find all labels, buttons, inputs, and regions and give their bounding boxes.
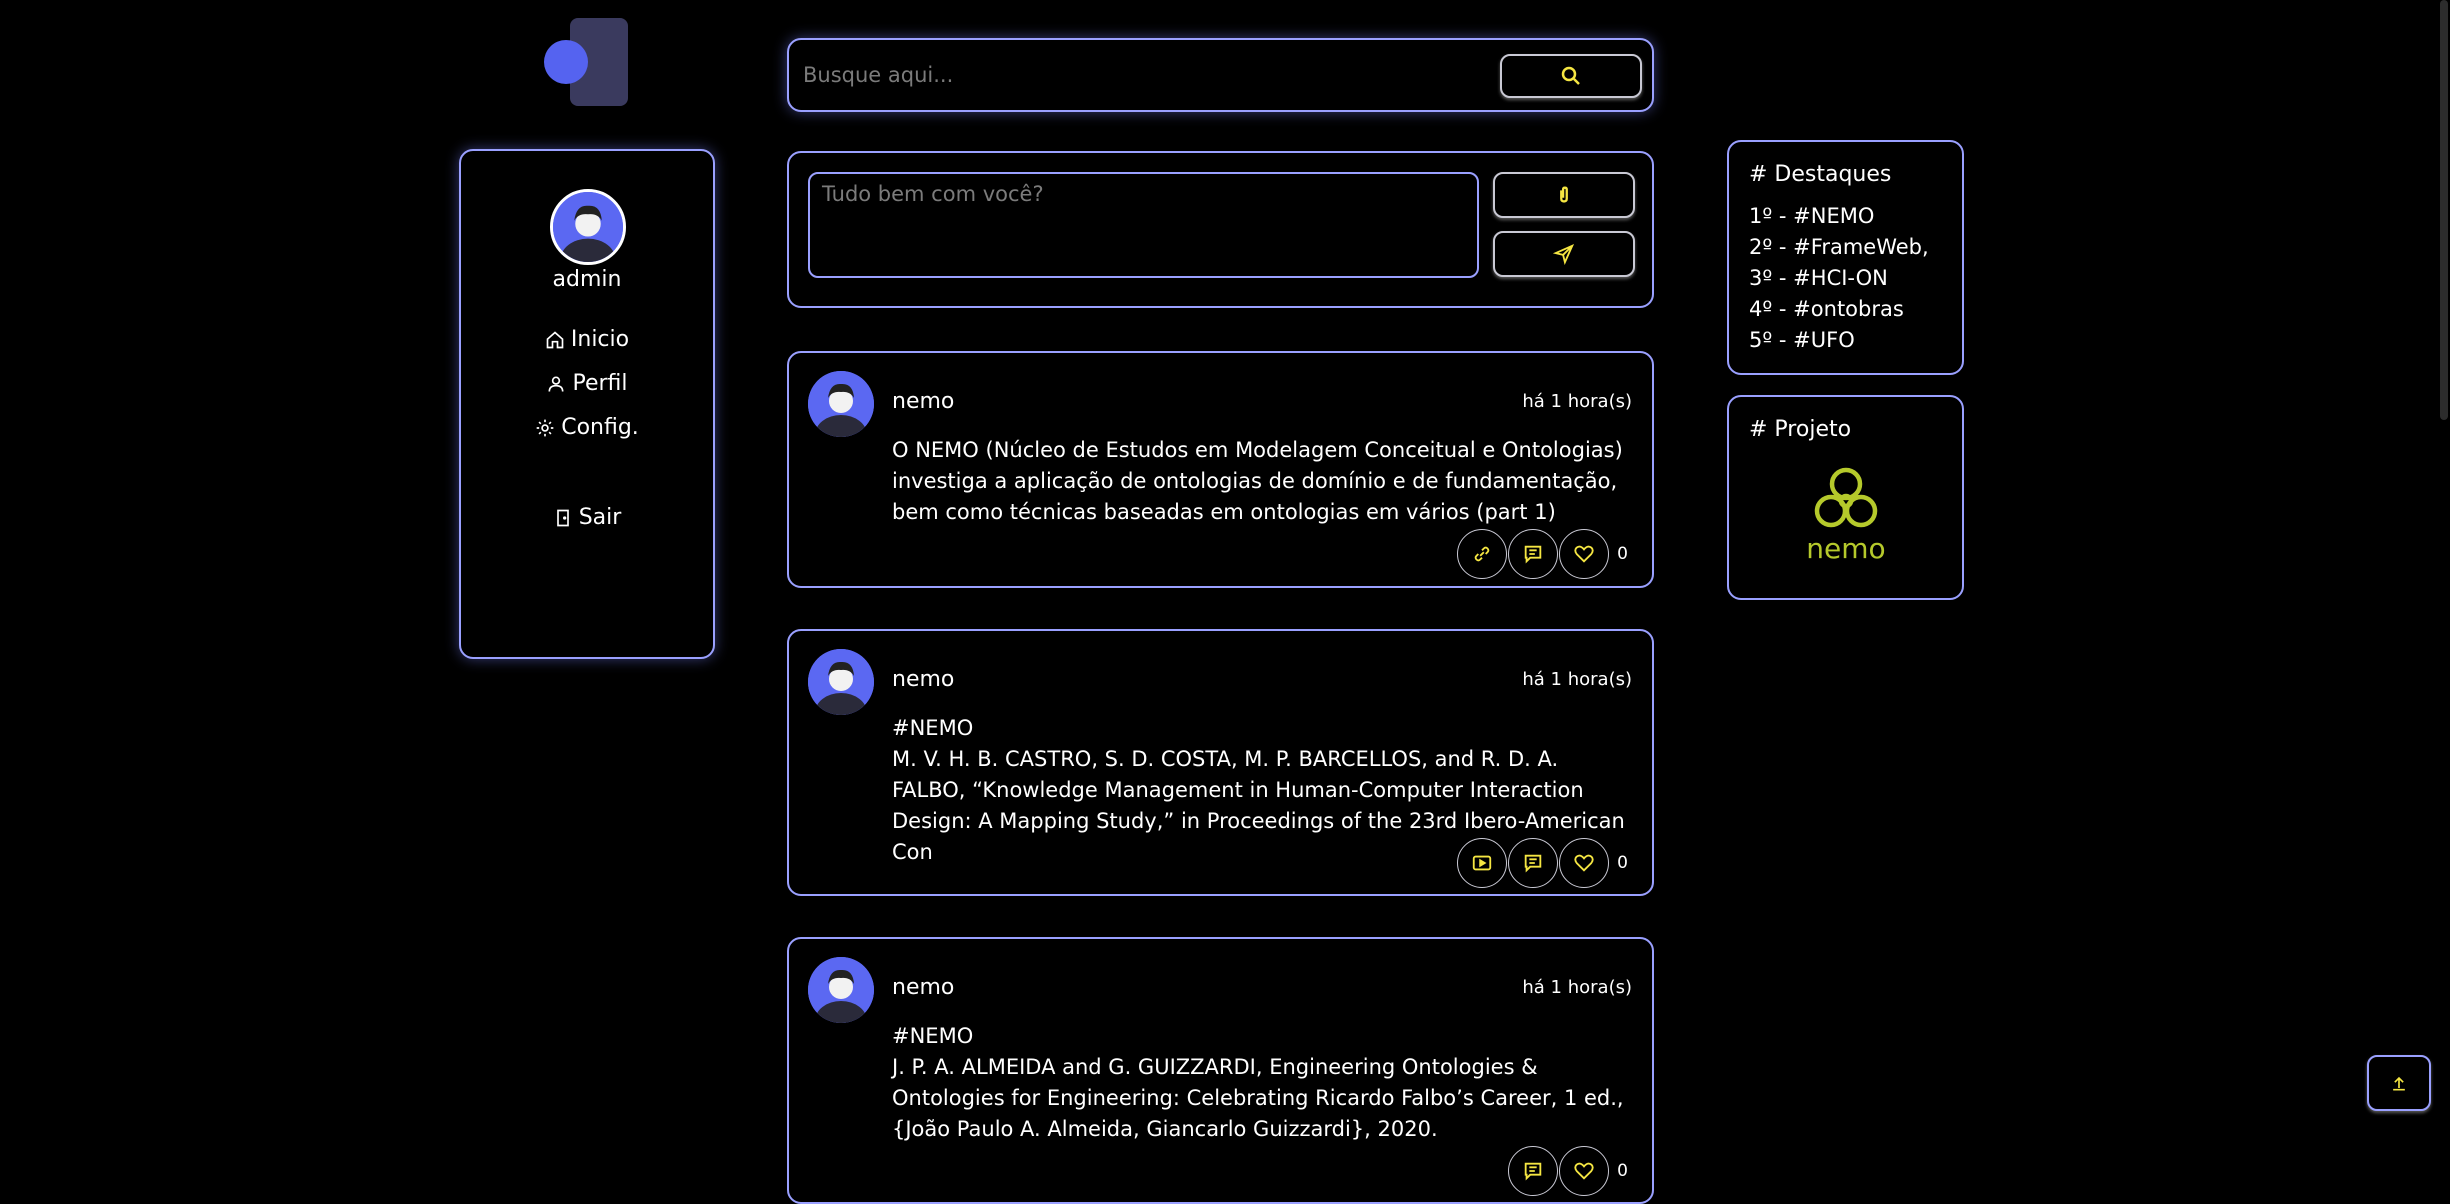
sidebar-item-config[interactable]: Config.	[461, 415, 713, 440]
comment-icon	[1524, 854, 1542, 873]
comment-icon	[1524, 545, 1542, 564]
post-time: há 1 hora(s)	[1522, 977, 1632, 998]
comment-icon	[1524, 1162, 1542, 1181]
avatar[interactable]	[808, 957, 874, 1023]
sidebar-item-sair[interactable]: Sair	[461, 505, 713, 530]
project-logo-text: nemo	[1806, 532, 1885, 565]
sidebar-item-label: Sair	[578, 505, 622, 530]
scrollbar-thumb[interactable]	[2440, 0, 2448, 420]
like-button[interactable]	[1559, 529, 1610, 579]
post-textarea[interactable]	[808, 172, 1479, 278]
highlight-item[interactable]: 5º - #UFO	[1749, 328, 1855, 352]
sidebar-item-label: Inicio	[570, 327, 630, 352]
post-actions: 0	[1457, 529, 1628, 579]
play-icon	[1473, 855, 1492, 871]
username: admin	[552, 267, 622, 292]
comment-button[interactable]	[1508, 529, 1559, 579]
highlights-widget: # Destaques 1º - #NEMO 2º - #FrameWeb, 3…	[1727, 140, 1964, 375]
search-input[interactable]	[803, 54, 1483, 96]
avatar[interactable]	[808, 371, 874, 437]
comment-button[interactable]	[1508, 1146, 1559, 1196]
arrow-up-icon	[2393, 1076, 2405, 1091]
post-card: nemo há 1 hora(s) #NEMO J. P. A. ALMEIDA…	[787, 937, 1654, 1204]
like-button[interactable]	[1559, 1146, 1610, 1196]
user-avatar-icon	[808, 649, 874, 715]
sidebar-item-label: Config.	[561, 415, 639, 440]
user-avatar-icon	[808, 957, 874, 1023]
post-hashtag[interactable]: #NEMO	[892, 713, 1632, 744]
sidebar-item-inicio[interactable]: Inicio	[461, 327, 713, 352]
nemo-logo[interactable]: nemo	[1789, 465, 1904, 565]
post-author[interactable]: nemo	[892, 389, 954, 414]
like-count: 0	[1617, 853, 1628, 873]
home-icon	[546, 330, 564, 348]
post-time: há 1 hora(s)	[1522, 669, 1632, 690]
like-count: 0	[1617, 1161, 1628, 1181]
send-icon	[1553, 243, 1575, 265]
comment-button[interactable]	[1508, 838, 1559, 888]
highlight-item[interactable]: 2º - #FrameWeb,	[1749, 235, 1929, 259]
search-button[interactable]	[1500, 54, 1642, 98]
logo-dot[interactable]	[544, 40, 588, 84]
post-actions: 0	[1457, 838, 1628, 888]
search-icon	[1561, 66, 1580, 85]
post-text: J. P. A. ALMEIDA and G. GUIZZARDI, Engin…	[892, 1055, 1624, 1141]
user-avatar-icon	[808, 371, 874, 437]
heart-icon	[1574, 1162, 1594, 1180]
user-icon	[548, 376, 564, 392]
search-bar	[787, 38, 1654, 112]
link-button[interactable]	[1457, 529, 1508, 579]
link-icon	[1474, 546, 1490, 562]
post-card: nemo há 1 hora(s) #NEMO M. V. H. B. CAST…	[787, 629, 1654, 896]
post-author[interactable]: nemo	[892, 975, 954, 1000]
project-widget: # Projeto nemo	[1727, 395, 1964, 600]
highlights-title: # Destaques	[1749, 162, 1892, 187]
post-actions: 0	[1508, 1146, 1628, 1196]
post-content: #NEMO J. P. A. ALMEIDA and G. GUIZZARDI,…	[892, 1021, 1632, 1145]
attach-button[interactable]	[1493, 172, 1635, 218]
sidebar-item-label: Perfil	[572, 371, 628, 396]
post-time: há 1 hora(s)	[1522, 391, 1632, 412]
post-card: nemo há 1 hora(s) O NEMO (Núcleo de Estu…	[787, 351, 1654, 588]
heart-icon	[1574, 545, 1594, 563]
highlight-item[interactable]: 1º - #NEMO	[1749, 204, 1874, 228]
like-count: 0	[1617, 544, 1628, 564]
highlight-item[interactable]: 3º - #HCI-ON	[1749, 266, 1888, 290]
post-composer	[787, 151, 1654, 308]
send-button[interactable]	[1493, 231, 1635, 277]
scroll-top-button[interactable]	[2367, 1055, 2431, 1111]
paperclip-icon	[1560, 186, 1568, 203]
post-author[interactable]: nemo	[892, 667, 954, 692]
avatar[interactable]	[808, 649, 874, 715]
user-avatar-icon	[553, 192, 623, 262]
avatar[interactable]	[550, 189, 626, 265]
gear-icon	[536, 419, 554, 436]
highlight-item[interactable]: 4º - #ontobras	[1749, 297, 1904, 321]
sidebar: admin Inicio Perfil Config. Sair	[459, 149, 715, 659]
video-button[interactable]	[1457, 838, 1508, 888]
post-text: O NEMO (Núcleo de Estudos em Modelagem C…	[892, 438, 1623, 524]
sidebar-item-perfil[interactable]: Perfil	[461, 371, 713, 396]
like-button[interactable]	[1559, 838, 1610, 888]
heart-icon	[1574, 854, 1594, 872]
post-hashtag[interactable]: #NEMO	[892, 1021, 1632, 1052]
door-icon	[556, 509, 569, 526]
project-title: # Projeto	[1749, 417, 1852, 442]
